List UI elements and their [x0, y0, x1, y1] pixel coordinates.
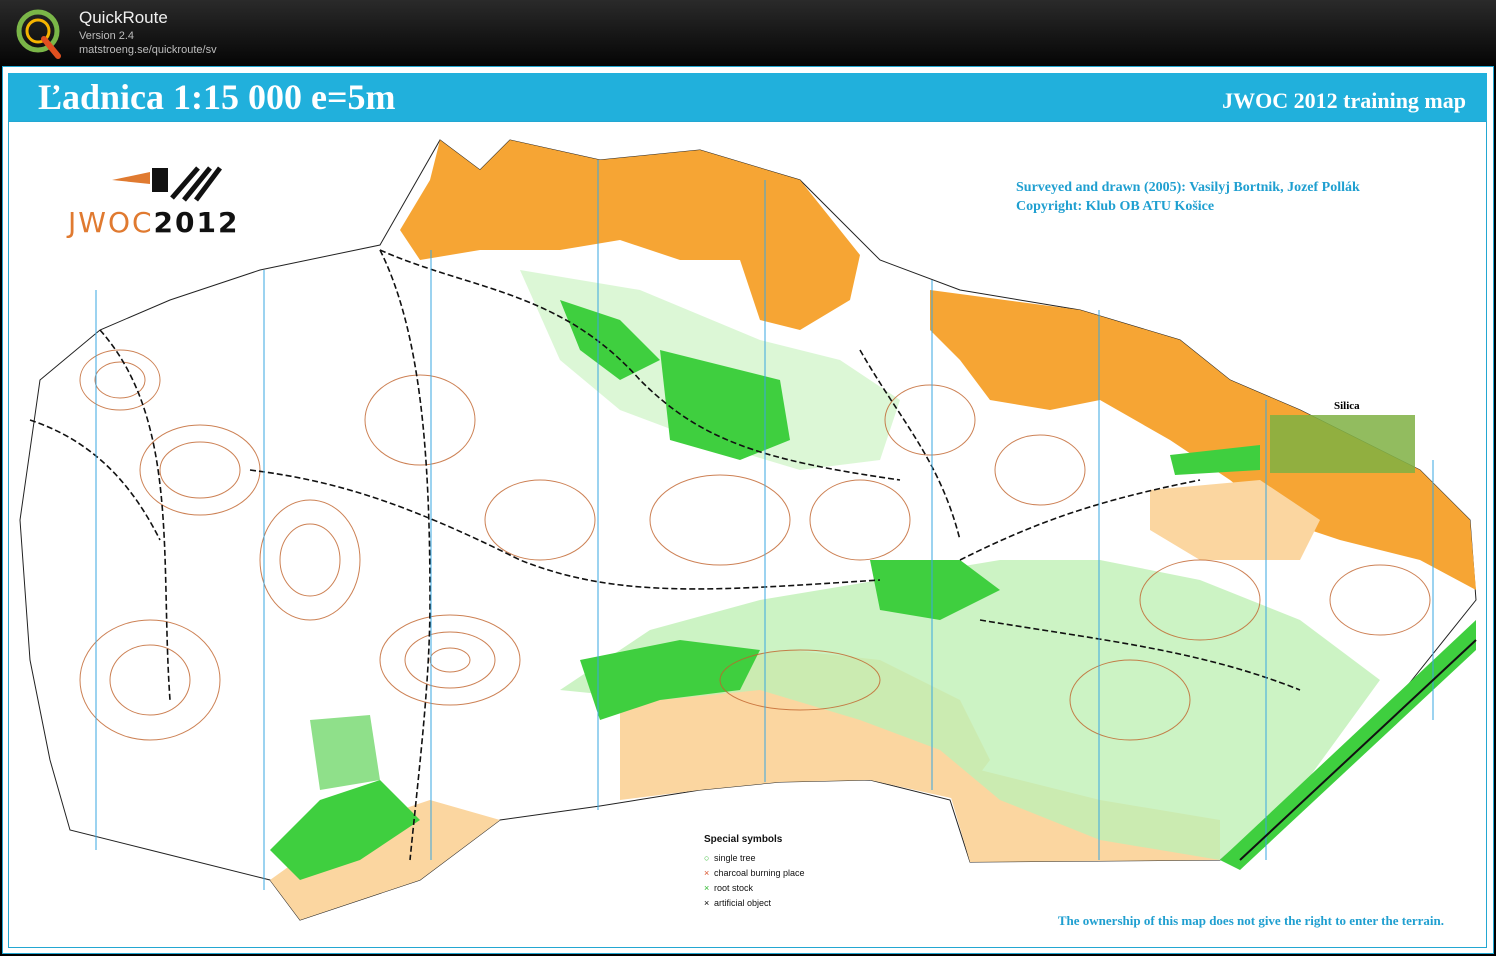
- legend-item: × root stock: [704, 880, 805, 895]
- map-credit-survey: Surveyed and drawn (2005): Vasilyj Bortn…: [1016, 180, 1360, 195]
- jwoc-logo-text-b: 2012: [153, 206, 240, 239]
- jwoc-logo-text: JWOC2012: [68, 206, 239, 239]
- map-credit-copyright: Copyright: Klub OB ATU Košice: [1016, 199, 1215, 214]
- legend-item: × charcoal burning place: [704, 865, 805, 880]
- black-x-icon: ×: [704, 897, 710, 908]
- legend-item-label: single tree: [714, 852, 756, 863]
- map-inner-border: [8, 121, 1487, 948]
- map-disclaimer: The ownership of this map does not give …: [1057, 913, 1444, 928]
- legend-item: ○ single tree: [704, 850, 805, 865]
- green-x-icon: ×: [704, 882, 710, 893]
- legend-item-label: root stock: [714, 882, 754, 893]
- green-circle-icon: ○: [704, 852, 710, 863]
- special-symbols-legend: Special symbols ○ single tree × charcoal…: [704, 834, 805, 910]
- place-label: Silica: [1334, 400, 1360, 412]
- legend-item-label: charcoal burning place: [714, 867, 805, 878]
- jwoc-logo-text-a: JWOC: [68, 206, 154, 239]
- legend-title: Special symbols: [704, 834, 783, 845]
- legend-item-label: artificial object: [714, 897, 772, 908]
- legend-item: × artificial object: [704, 895, 805, 910]
- red-x-icon: ×: [704, 867, 710, 878]
